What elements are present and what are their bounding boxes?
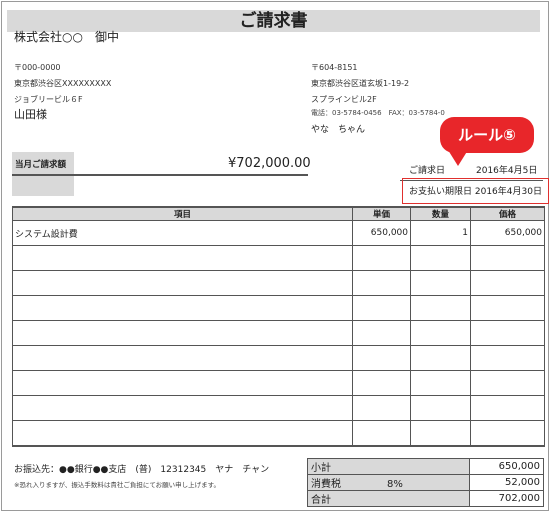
table-row bbox=[12, 295, 545, 321]
item-unit-price: 650,000 bbox=[352, 220, 411, 246]
header-price: 価格 bbox=[470, 206, 545, 221]
item-name bbox=[12, 395, 353, 421]
item-quantity bbox=[410, 295, 471, 321]
item-quantity bbox=[410, 345, 471, 371]
item-unit-price bbox=[352, 345, 411, 371]
item-quantity bbox=[410, 270, 471, 296]
items-table: 項目 単価 数量 価格 システム設計費 650,000 1 650,000 bbox=[12, 206, 545, 447]
item-price bbox=[470, 320, 545, 346]
item-quantity bbox=[410, 245, 471, 271]
tax-rate: 8% bbox=[387, 479, 403, 490]
total-row: 合計 702,000 bbox=[307, 490, 544, 507]
tax-row: 消費税 8% 52,000 bbox=[307, 474, 544, 491]
recipient-person: 山田様 bbox=[14, 108, 47, 121]
table-row bbox=[12, 395, 545, 421]
header-item: 項目 bbox=[12, 206, 353, 221]
bank-fee-note: ※恐れ入りますが、振込手数料は貴社ご負担にてお願い申し上げます。 bbox=[14, 481, 220, 489]
item-price bbox=[470, 295, 545, 321]
item-price bbox=[470, 420, 545, 447]
item-unit-price bbox=[352, 420, 411, 447]
item-unit-price bbox=[352, 245, 411, 271]
table-row bbox=[12, 270, 545, 296]
tax-label: 消費税 bbox=[311, 479, 341, 490]
callout-text: ルール⑤ bbox=[458, 126, 516, 144]
item-quantity bbox=[410, 320, 471, 346]
item-price bbox=[470, 370, 545, 396]
item-name bbox=[12, 345, 353, 371]
due-date: お支払い期限日 2016年4月30日 bbox=[409, 187, 542, 197]
item-quantity bbox=[410, 420, 471, 447]
total-label: 当月ご請求額 bbox=[15, 160, 67, 170]
item-price bbox=[470, 395, 545, 421]
sender-address: 東京都渋谷区道玄坂1-19-2 bbox=[311, 79, 410, 88]
sender-building: スプラインビル2F bbox=[311, 95, 377, 104]
item-price bbox=[470, 345, 545, 371]
item-price: 650,000 bbox=[470, 220, 545, 246]
recipient-postal: 〒000-0000 bbox=[14, 63, 61, 72]
item-name: システム設計費 bbox=[12, 220, 353, 246]
table-row bbox=[12, 345, 545, 371]
total-amount: ¥702,000.00 bbox=[228, 156, 311, 171]
table-row bbox=[12, 370, 545, 396]
sender-person: やな ちゃん bbox=[311, 125, 366, 135]
item-quantity bbox=[410, 370, 471, 396]
item-name bbox=[12, 245, 353, 271]
item-quantity: 1 bbox=[410, 220, 471, 246]
totals-table: 小計 650,000 消費税 8% 52,000 合計 702,000 bbox=[307, 458, 544, 507]
subtotal-row: 小計 650,000 bbox=[307, 458, 544, 475]
recipient-building: ジョブリービル６F bbox=[14, 95, 83, 104]
table-row: システム設計費 650,000 1 650,000 bbox=[12, 220, 545, 246]
item-unit-price bbox=[352, 295, 411, 321]
bank-info: お振込先：●●銀行●●支店 (普) 12312345 ヤナ チャン bbox=[14, 465, 270, 475]
item-name bbox=[12, 420, 353, 447]
invoice-date-label: ご請求日 bbox=[409, 166, 446, 176]
tax-label-cell: 消費税 8% bbox=[307, 474, 470, 491]
table-row bbox=[12, 420, 545, 447]
item-unit-price bbox=[352, 370, 411, 396]
item-name bbox=[12, 270, 353, 296]
tax-value: 52,000 bbox=[469, 474, 544, 491]
recipient-company: 株式会社○○ 御中 bbox=[14, 30, 119, 44]
item-name bbox=[12, 370, 353, 396]
invoice-date: 2016年4月5日 bbox=[476, 166, 538, 176]
total-underline bbox=[12, 174, 308, 176]
recipient-address: 東京都渋谷区XXXXXXXXX bbox=[14, 79, 112, 88]
grand-total-label: 合計 bbox=[307, 490, 470, 507]
header-quantity: 数量 bbox=[410, 206, 471, 221]
header-unit-price: 単価 bbox=[352, 206, 411, 221]
item-unit-price bbox=[352, 270, 411, 296]
sender-contact: 電話：03-5784-0456 FAX：03-5784-0 bbox=[311, 109, 445, 117]
grand-total-value: 702,000 bbox=[469, 490, 544, 507]
item-unit-price bbox=[352, 320, 411, 346]
subtotal-label: 小計 bbox=[307, 458, 470, 475]
table-row bbox=[12, 245, 545, 271]
table-row bbox=[12, 320, 545, 346]
item-price bbox=[470, 245, 545, 271]
item-quantity bbox=[410, 395, 471, 421]
items-header-row: 項目 単価 数量 価格 bbox=[12, 206, 545, 221]
sender-postal: 〒604-8151 bbox=[311, 63, 358, 72]
item-name bbox=[12, 295, 353, 321]
subtotal-value: 650,000 bbox=[469, 458, 544, 475]
item-price bbox=[470, 270, 545, 296]
item-unit-price bbox=[352, 395, 411, 421]
item-name bbox=[12, 320, 353, 346]
